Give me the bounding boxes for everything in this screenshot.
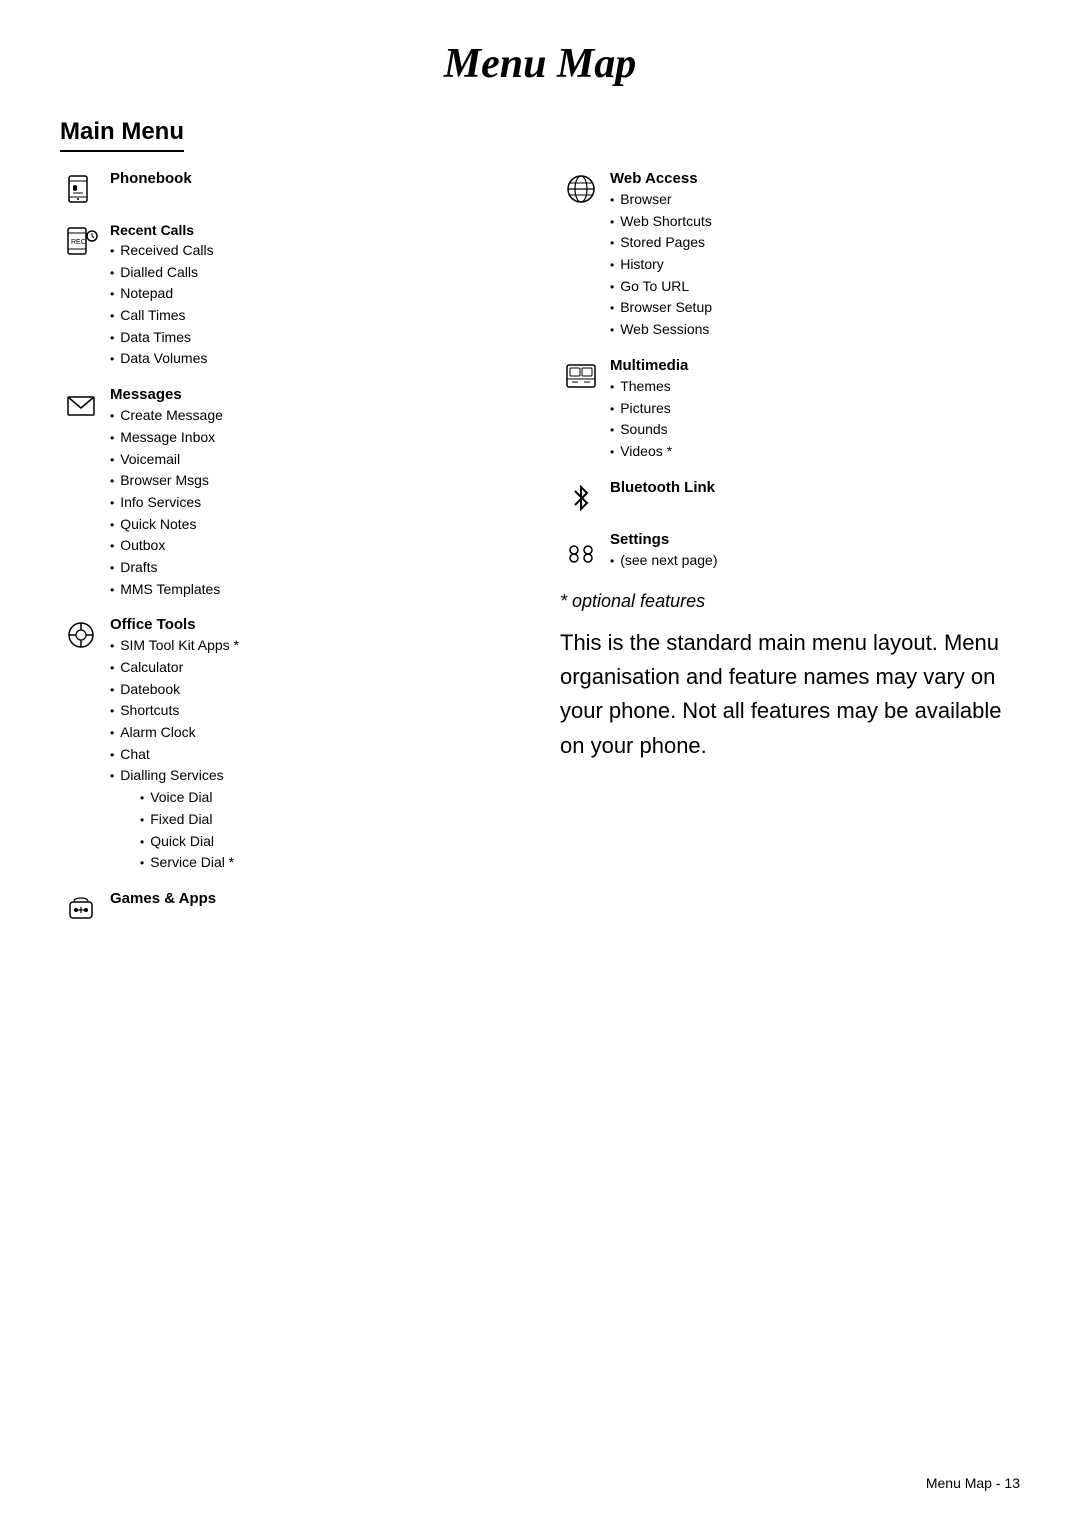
page: Menu Map Main Menu xyxy=(0,0,1080,1032)
section-title: Main Menu xyxy=(60,118,184,152)
list-item: Voice Dial xyxy=(140,787,520,809)
list-item: Fixed Dial xyxy=(140,809,520,831)
page-title: Menu Map xyxy=(60,40,1020,88)
description-text: This is the standard main menu layout. M… xyxy=(560,626,1020,762)
menu-group-messages: Messages Create Message Message Inbox Vo… xyxy=(60,386,520,600)
phonebook-icon xyxy=(60,172,102,206)
list-item: Calculator xyxy=(110,657,520,679)
list-item: Chat xyxy=(110,744,520,766)
list-item: Stored Pages xyxy=(610,232,1020,254)
games-apps-content: Games & Apps xyxy=(110,890,520,909)
web-access-content: Web Access Browser Web Shortcuts Stored … xyxy=(610,170,1020,341)
list-item: Sounds xyxy=(610,419,1020,441)
list-item: Quick Notes xyxy=(110,514,520,536)
games-apps-icon xyxy=(60,892,102,926)
menu-group-recent-calls: REC Recent Calls Received Calls Dialled … xyxy=(60,222,520,370)
list-item: Themes xyxy=(610,376,1020,398)
bluetooth-content: Bluetooth Link xyxy=(610,479,1020,498)
list-item: Call Times xyxy=(110,305,520,327)
phonebook-content: Phonebook xyxy=(110,170,520,189)
phonebook-heading: Phonebook xyxy=(110,170,520,187)
list-item: Received Calls xyxy=(110,240,520,262)
web-access-icon xyxy=(560,172,602,206)
optional-section: * optional features This is the standard… xyxy=(560,591,1020,762)
multimedia-content: Multimedia Themes Pictures Sounds Videos… xyxy=(610,357,1020,463)
list-item: Shortcuts xyxy=(110,700,520,722)
messages-items: Create Message Message Inbox Voicemail B… xyxy=(110,405,520,600)
office-tools-items: SIM Tool Kit Apps * Calculator Datebook … xyxy=(110,635,520,787)
list-item: (see next page) xyxy=(610,550,1020,572)
list-item: Web Shortcuts xyxy=(610,211,1020,233)
list-item: SIM Tool Kit Apps * xyxy=(110,635,520,657)
list-item: Datebook xyxy=(110,679,520,701)
right-column: Web Access Browser Web Shortcuts Stored … xyxy=(560,170,1020,942)
list-item: Notepad xyxy=(110,283,520,305)
list-item: Drafts xyxy=(110,557,520,579)
list-item: History xyxy=(610,254,1020,276)
bluetooth-heading: Bluetooth Link xyxy=(610,479,1020,496)
list-item: Quick Dial xyxy=(140,831,520,853)
list-item: Web Sessions xyxy=(610,319,1020,341)
recent-calls-icon: REC xyxy=(60,224,102,258)
list-item: Data Times xyxy=(110,327,520,349)
footer: Menu Map - 13 xyxy=(926,1475,1020,1491)
menu-group-bluetooth: Bluetooth Link xyxy=(560,479,1020,515)
recent-calls-heading: Recent Calls xyxy=(110,222,520,238)
main-menu: Phonebook REC Recent Calls xyxy=(60,170,1020,942)
list-item: Outbox xyxy=(110,535,520,557)
list-item: Pictures xyxy=(610,398,1020,420)
web-access-heading: Web Access xyxy=(610,170,1020,187)
multimedia-items: Themes Pictures Sounds Videos * xyxy=(610,376,1020,463)
list-item: Service Dial * xyxy=(140,852,520,874)
list-item: Go To URL xyxy=(610,276,1020,298)
list-item: Info Services xyxy=(110,492,520,514)
multimedia-icon xyxy=(560,359,602,393)
bluetooth-icon xyxy=(560,481,602,515)
list-item: Message Inbox xyxy=(110,427,520,449)
dialling-services-sub-items: Voice Dial Fixed Dial Quick Dial Service… xyxy=(110,787,520,874)
list-item: Create Message xyxy=(110,405,520,427)
list-item: Browser Setup xyxy=(610,297,1020,319)
settings-items: (see next page) xyxy=(610,550,1020,572)
office-tools-icon xyxy=(60,618,102,652)
list-item: MMS Templates xyxy=(110,579,520,601)
list-item: Browser Msgs xyxy=(110,470,520,492)
list-item: Alarm Clock xyxy=(110,722,520,744)
recent-calls-content: Recent Calls Received Calls Dialled Call… xyxy=(110,222,520,370)
multimedia-heading: Multimedia xyxy=(610,357,1020,374)
left-column: Phonebook REC Recent Calls xyxy=(60,170,520,942)
menu-group-settings: Settings (see next page) xyxy=(560,531,1020,572)
games-apps-heading: Games & Apps xyxy=(110,890,520,907)
menu-group-phonebook: Phonebook xyxy=(60,170,520,206)
list-item: Browser xyxy=(610,189,1020,211)
svg-text:REC: REC xyxy=(71,239,86,246)
settings-content: Settings (see next page) xyxy=(610,531,1020,572)
list-item: Videos * xyxy=(610,441,1020,463)
messages-content: Messages Create Message Message Inbox Vo… xyxy=(110,386,520,600)
menu-group-games-apps: Games & Apps xyxy=(60,890,520,926)
messages-icon xyxy=(60,388,102,422)
web-access-items: Browser Web Shortcuts Stored Pages Histo… xyxy=(610,189,1020,341)
office-tools-heading: Office Tools xyxy=(110,616,520,633)
menu-group-office-tools: Office Tools SIM Tool Kit Apps * Calcula… xyxy=(60,616,520,874)
optional-features-label: * optional features xyxy=(560,591,1020,612)
menu-group-web-access: Web Access Browser Web Shortcuts Stored … xyxy=(560,170,1020,341)
list-item-dialling: Dialling Services xyxy=(110,765,520,787)
messages-heading: Messages xyxy=(110,386,520,403)
settings-heading: Settings xyxy=(610,531,1020,548)
list-item: Data Volumes xyxy=(110,348,520,370)
settings-icon xyxy=(560,533,602,567)
list-item: Voicemail xyxy=(110,449,520,471)
office-tools-content: Office Tools SIM Tool Kit Apps * Calcula… xyxy=(110,616,520,874)
recent-calls-items: Received Calls Dialled Calls Notepad Cal… xyxy=(110,240,520,370)
list-item: Dialled Calls xyxy=(110,262,520,284)
menu-group-multimedia: Multimedia Themes Pictures Sounds Videos… xyxy=(560,357,1020,463)
